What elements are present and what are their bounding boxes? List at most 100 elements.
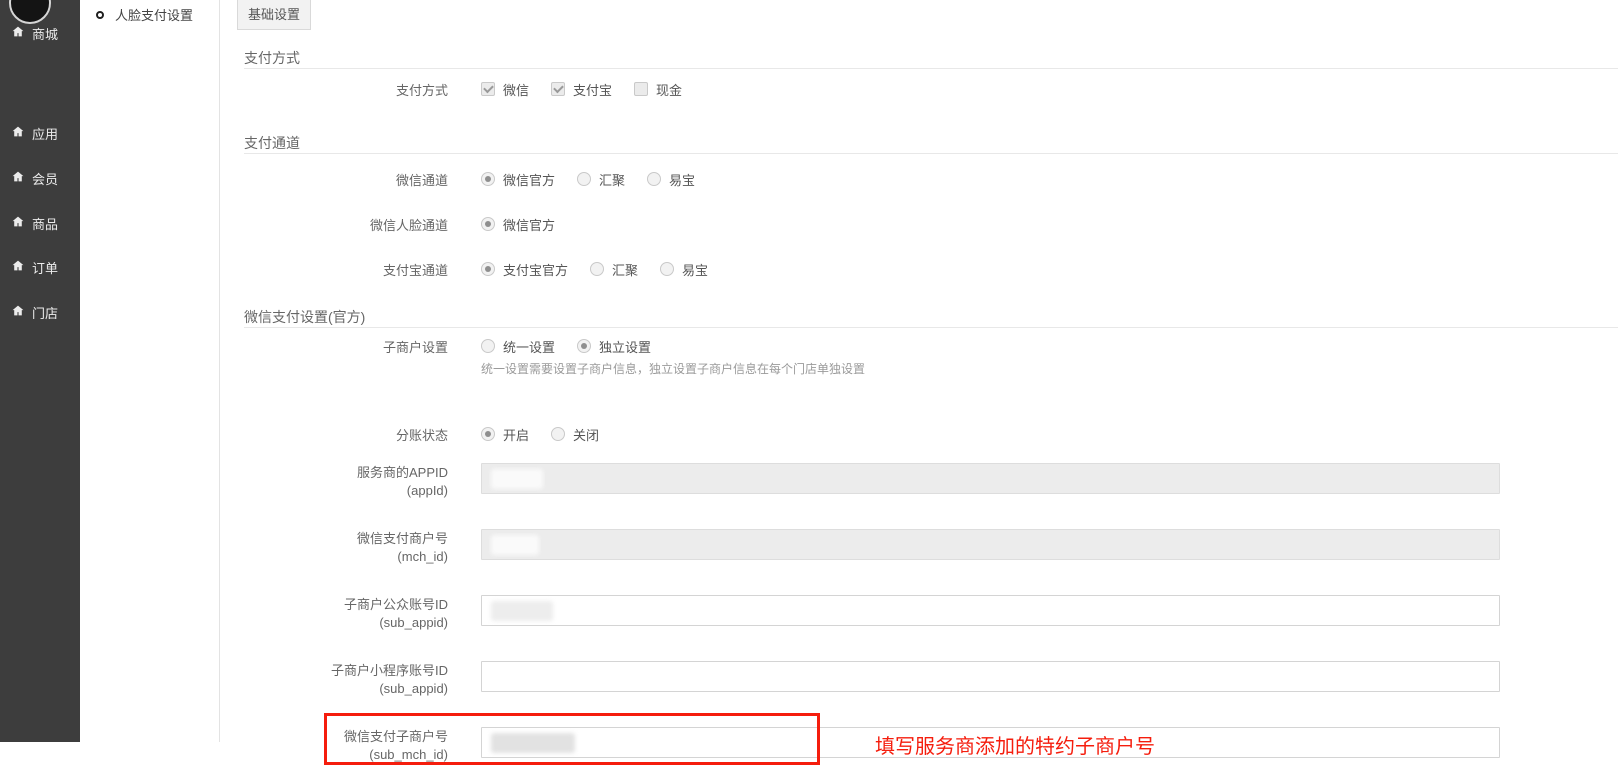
submenu-item-label: 人脸支付设置 — [115, 5, 193, 24]
sub-appid-mp-input[interactable] — [481, 595, 1500, 626]
radio-split-on[interactable]: 开启 — [481, 425, 529, 444]
form-row-sub-appid-mini: 子商户小程序账号ID (sub_appid) — [244, 661, 1618, 698]
radio-yibao[interactable]: 易宝 — [660, 260, 708, 279]
form-row-sub-mch-id: 微信支付子商户号 (sub_mch_id) 填写服务商添加的特约子商户号 — [244, 727, 1618, 764]
radio-icon — [577, 172, 591, 186]
form-row-sub-merchant: 子商户设置 统一设置 独立设置 — [244, 334, 1618, 358]
sidebar-item-goods[interactable]: 商品 — [11, 214, 58, 232]
radio-label: 汇聚 — [599, 170, 625, 189]
radio-label: 独立设置 — [599, 337, 651, 356]
radio-icon — [551, 427, 565, 441]
radio-label: 易宝 — [682, 260, 708, 279]
sidebar-item-label: 门店 — [32, 303, 58, 322]
secondary-sidebar: 人脸支付设置 — [80, 0, 220, 742]
sidebar-item-stores[interactable]: 门店 — [11, 303, 58, 321]
field-label: 微信人脸通道 — [244, 215, 448, 234]
radio-selected-icon — [481, 427, 495, 441]
section-title-pay-channel: 支付通道 — [244, 133, 1618, 154]
form-row-alipay-channel: 支付宝通道 支付宝官方 汇聚 易宝 — [244, 257, 1618, 281]
sidebar-item-label: 应用 — [32, 124, 58, 143]
primary-sidebar: 商城 应用 会员 商品 订单 门店 — [0, 0, 80, 742]
radio-unified-setting[interactable]: 统一设置 — [481, 337, 555, 356]
form-row-sub-appid-mp: 子商户公众账号ID (sub_appid) — [244, 595, 1618, 632]
sidebar-item-apps[interactable]: 应用 — [11, 124, 58, 142]
app-window: 商城 应用 会员 商品 订单 门店 人脸支付设置 基础设置 — [0, 0, 1618, 742]
redacted-value — [491, 535, 539, 555]
checkbox-checked-icon — [481, 82, 495, 96]
sidebar-item-members[interactable]: 会员 — [11, 169, 58, 187]
redacted-value — [491, 469, 543, 489]
form-row-pay-method: 支付方式 微信 支付宝 现金 — [244, 77, 1618, 101]
checkbox-checked-icon — [551, 82, 565, 96]
form-row-wechat-face-channel: 微信人脸通道 微信官方 — [244, 212, 1618, 236]
radio-icon — [660, 262, 674, 276]
radio-wechat-official[interactable]: 微信官方 — [481, 215, 555, 234]
field-label: 子商户设置 — [244, 337, 448, 356]
submenu-item-face-pay-settings[interactable]: 人脸支付设置 — [80, 0, 219, 24]
field-label: 子商户小程序账号ID (sub_appid) — [244, 661, 448, 698]
checkbox-alipay[interactable]: 支付宝 — [551, 80, 612, 99]
form-row-mch-id: 微信支付商户号 (mch_id) — [244, 529, 1618, 566]
section-title-pay-method: 支付方式 — [244, 48, 1618, 69]
home-icon — [11, 304, 25, 320]
home-icon — [11, 215, 25, 231]
field-label: 子商户公众账号ID (sub_appid) — [244, 595, 448, 632]
radio-label: 开启 — [503, 425, 529, 444]
sidebar-item-label: 订单 — [32, 258, 58, 277]
radio-selected-icon — [481, 217, 495, 231]
sidebar-item-mall[interactable]: 商城 — [11, 24, 58, 42]
app-id-input — [481, 463, 1500, 494]
radio-icon — [481, 339, 495, 353]
checkbox-unchecked-icon — [634, 82, 648, 96]
mch-id-input — [481, 529, 1500, 560]
radio-alipay-official[interactable]: 支付宝官方 — [481, 260, 568, 279]
redacted-value — [491, 601, 553, 621]
radio-label: 微信官方 — [503, 215, 555, 234]
form-row-app-id: 服务商的APPID (appId) — [244, 463, 1618, 500]
field-label: 微信支付商户号 (mch_id) — [244, 529, 448, 566]
field-label: 微信支付子商户号 (sub_mch_id) — [244, 727, 448, 764]
radio-icon — [647, 172, 661, 186]
radio-label: 易宝 — [669, 170, 695, 189]
radio-split-off[interactable]: 关闭 — [551, 425, 599, 444]
radio-label: 微信官方 — [503, 170, 555, 189]
sub-merchant-hint: 统一设置需要设置子商户信息，独立设置子商户信息在每个门店单独设置 — [481, 360, 1618, 378]
checkbox-label: 现金 — [656, 80, 682, 99]
checkbox-cash[interactable]: 现金 — [634, 80, 682, 99]
radio-label: 统一设置 — [503, 337, 555, 356]
form-row-split-status: 分账状态 开启 关闭 — [244, 422, 1618, 446]
radio-selected-icon — [577, 339, 591, 353]
tab-basic-settings[interactable]: 基础设置 — [237, 0, 311, 30]
radio-label: 关闭 — [573, 425, 599, 444]
sidebar-item-label: 商城 — [32, 24, 58, 43]
redacted-value — [491, 733, 575, 753]
checkbox-label: 微信 — [503, 80, 529, 99]
home-icon — [11, 25, 25, 41]
app-logo[interactable] — [9, 0, 51, 24]
home-icon — [11, 170, 25, 186]
sidebar-item-label: 会员 — [32, 169, 58, 188]
checkbox-wechat[interactable]: 微信 — [481, 80, 529, 99]
home-icon — [11, 125, 25, 141]
sidebar-item-label: 商品 — [32, 214, 58, 233]
field-label: 服务商的APPID (appId) — [244, 463, 448, 500]
field-label: 分账状态 — [244, 425, 448, 444]
section-title-wechat-official: 微信支付设置(官方) — [244, 307, 1618, 328]
field-label: 支付宝通道 — [244, 260, 448, 279]
radio-independent-setting[interactable]: 独立设置 — [577, 337, 651, 356]
sub-appid-mini-input[interactable] — [481, 661, 1500, 692]
main-content: 基础设置 支付方式 支付方式 微信 支付宝 现金 支付通道 — [220, 0, 1618, 742]
checkbox-label: 支付宝 — [573, 80, 612, 99]
radio-icon — [590, 262, 604, 276]
radio-selected-icon — [481, 172, 495, 186]
radio-wechat-official[interactable]: 微信官方 — [481, 170, 555, 189]
home-icon — [11, 259, 25, 275]
radio-yibao[interactable]: 易宝 — [647, 170, 695, 189]
sidebar-item-orders[interactable]: 订单 — [11, 258, 58, 276]
radio-huiju[interactable]: 汇聚 — [590, 260, 638, 279]
field-label: 支付方式 — [244, 80, 448, 99]
radio-huiju[interactable]: 汇聚 — [577, 170, 625, 189]
red-annotation-text: 填写服务商添加的特约子商户号 — [875, 730, 1155, 759]
field-label: 微信通道 — [244, 170, 448, 189]
radio-selected-icon — [481, 262, 495, 276]
